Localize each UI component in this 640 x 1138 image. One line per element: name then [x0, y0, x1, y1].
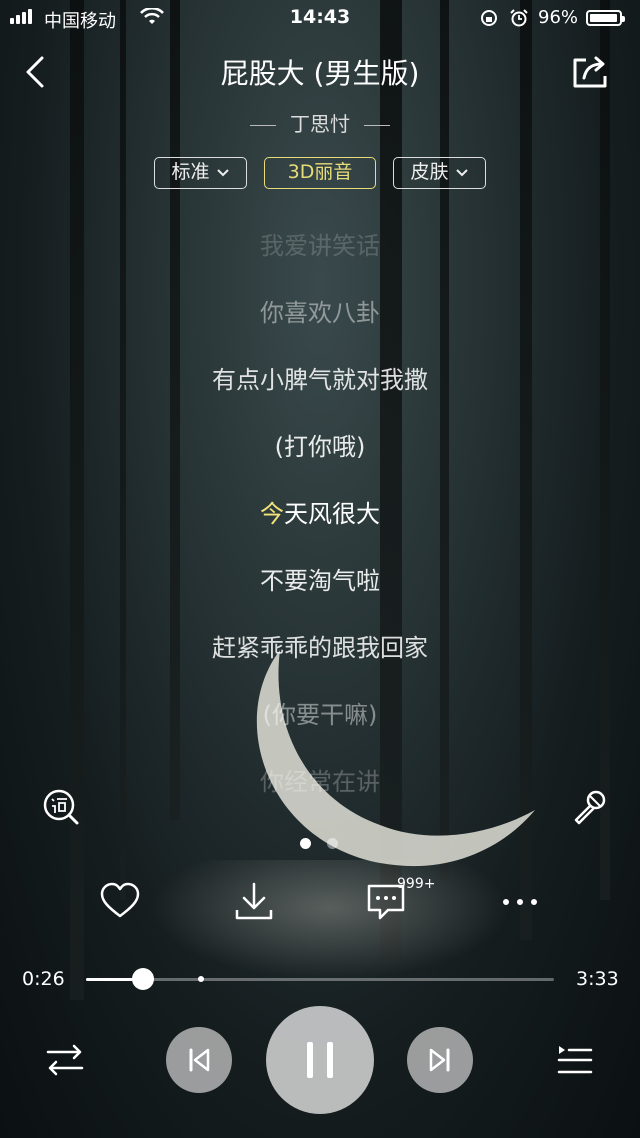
skin-label: 皮肤 — [410, 161, 449, 183]
rotation-lock-icon — [481, 10, 497, 26]
lyric-line[interactable]: 不要淘气啦 — [0, 561, 640, 596]
share-icon[interactable] — [570, 54, 610, 90]
download-icon[interactable] — [232, 880, 276, 924]
artist-line: 丁思忖 — [0, 108, 640, 137]
heart-icon[interactable] — [98, 880, 142, 924]
next-button[interactable] — [407, 1027, 473, 1093]
lyric-line[interactable]: (你要干嘛) — [0, 695, 640, 730]
lyric-line[interactable]: 你喜欢八卦 — [0, 293, 640, 328]
lyrics-search-icon[interactable] — [42, 788, 82, 828]
status-bar: 中国移动 14:43 96% — [0, 0, 640, 36]
progress-knob[interactable] — [132, 968, 155, 990]
total-time: 3:33 — [576, 968, 619, 990]
lyric-line[interactable]: 我爱讲笑话 — [0, 226, 640, 261]
lyric-line[interactable]: 赶紧乖乖的跟我回家 — [0, 628, 640, 663]
buffer-marker — [197, 976, 204, 982]
battery-icon — [586, 10, 625, 26]
page-dot[interactable] — [327, 838, 338, 849]
previous-icon — [189, 1048, 210, 1072]
next-icon — [429, 1048, 450, 1072]
more-icon[interactable] — [498, 880, 542, 924]
lyric-line[interactable]: (打你哦) — [0, 427, 640, 462]
lyric-sung-part: 今 — [260, 500, 284, 528]
previous-button[interactable] — [166, 1027, 232, 1093]
elapsed-time: 0:26 — [22, 968, 65, 990]
divider — [364, 125, 390, 126]
chevron-down-icon — [455, 169, 468, 177]
chevron-down-icon — [216, 169, 229, 177]
lyric-unsung-part: 天风很大 — [284, 500, 380, 528]
skin-dropdown[interactable]: 皮肤 — [393, 157, 486, 189]
comment-count-badge: 999+ — [397, 876, 436, 892]
page-indicator — [300, 838, 338, 849]
artist-name[interactable]: 丁思忖 — [290, 112, 350, 136]
lyric-line[interactable]: 你经常在讲 — [0, 762, 640, 797]
pause-icon — [307, 1042, 333, 1078]
3d-sound-label: 3D丽音 — [287, 161, 353, 183]
player-screen: 中国移动 14:43 96% 屁股大 (男生版) 丁思忖 标准 3D丽音 皮肤 … — [0, 0, 640, 1138]
sound-mode-dropdown[interactable]: 标准 — [154, 157, 247, 189]
divider — [250, 125, 276, 126]
playlist-icon[interactable] — [556, 1042, 594, 1078]
lyric-line[interactable]: 有点小脾气就对我撒 — [0, 360, 640, 395]
3d-sound-button[interactable]: 3D丽音 — [264, 157, 376, 189]
alarm-icon — [510, 9, 528, 27]
current-lyric-line[interactable]: 今天风很大 — [0, 494, 640, 529]
page-dot-active[interactable] — [300, 838, 311, 849]
crescent-moon — [256, 650, 535, 867]
song-title: 屁股大 (男生版) — [220, 57, 420, 90]
progress-track[interactable] — [86, 968, 554, 990]
play-pause-button[interactable] — [266, 1006, 374, 1114]
repeat-shuffle-icon[interactable] — [44, 1042, 86, 1078]
battery-percent: 96% — [538, 7, 579, 28]
microphone-icon[interactable] — [570, 788, 610, 828]
sound-mode-label: 标准 — [171, 161, 210, 183]
